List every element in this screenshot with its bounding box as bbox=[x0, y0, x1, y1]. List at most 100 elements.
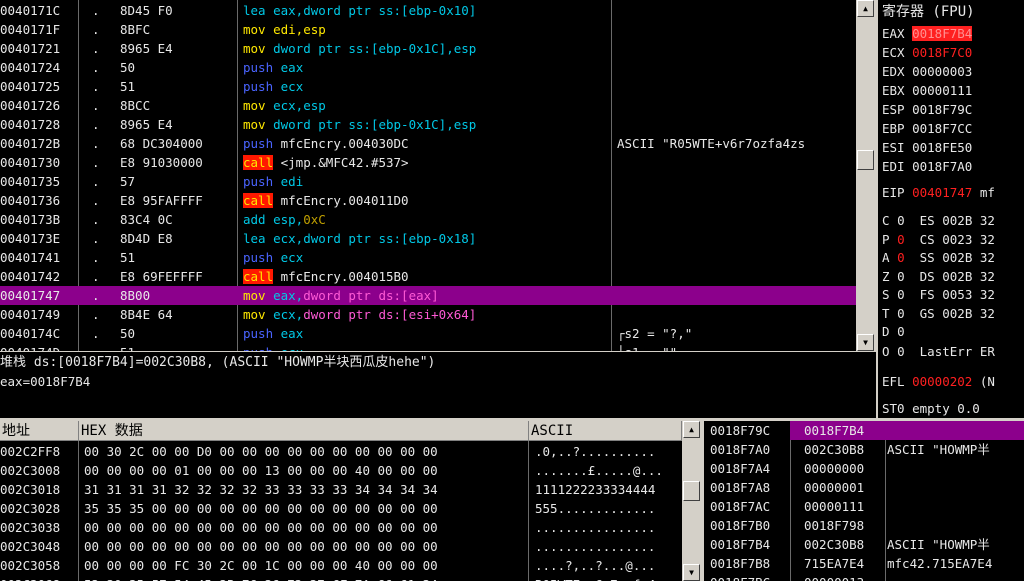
efl-row[interactable]: EFL 00000202 (N bbox=[882, 372, 995, 391]
dump-row[interactable]: 002C3058 00 00 00 00 FC 30 2C 00 1C 00 00… bbox=[0, 556, 682, 575]
flag-name: S bbox=[882, 287, 890, 302]
dump-row[interactable]: 002C3048 00 00 00 00 00 00 00 00 00 00 00… bbox=[0, 537, 682, 556]
dump-row[interactable]: 002C3038 00 00 00 00 00 00 00 00 00 00 00… bbox=[0, 518, 682, 537]
disasm-row[interactable]: 00401747. 8B00 mov eax,dword ptr ds:[eax] bbox=[0, 286, 856, 305]
register-value[interactable]: 00000111 bbox=[912, 83, 972, 98]
stack-row[interactable]: 0018F7B4 002C30B8 ASCII "HOWMP半 bbox=[704, 535, 1024, 554]
register-value[interactable]: 00000003 bbox=[912, 64, 972, 79]
stack-value[interactable]: 00000001 bbox=[804, 478, 864, 497]
flag-bit[interactable]: 0 bbox=[897, 324, 905, 339]
register-row[interactable]: ESI 0018FE50 bbox=[882, 138, 972, 157]
disasm-row[interactable]: 00401728. 8965 E4 mov dword ptr ss:[ebp-0x… bbox=[0, 115, 856, 134]
disasm-row[interactable]: 00401721. 8965 E4 mov dword ptr ss:[ebp-0x… bbox=[0, 39, 856, 58]
disasm-row[interactable]: 00401735. 57 push edi bbox=[0, 172, 856, 191]
flag-bit[interactable]: 0 bbox=[897, 344, 905, 359]
flag-row[interactable]: D 0 bbox=[882, 322, 935, 341]
flag-row[interactable]: C 0 ES 002B 32 bbox=[882, 211, 995, 230]
register-row[interactable]: EAX 0018F7B4 bbox=[882, 24, 973, 43]
stack-row[interactable]: 0018F7B0 0018F798 bbox=[704, 516, 1024, 535]
disasm-row[interactable]: 00401741. 51 push ecx bbox=[0, 248, 856, 267]
register-row[interactable]: EDI 0018F7A0 bbox=[882, 157, 972, 176]
dump-pane[interactable]: 002C2FF8 00 30 2C 00 00 D0 00 00 00 00 00… bbox=[0, 441, 682, 581]
dump-row[interactable]: 002C3008 00 00 00 00 01 00 00 00 13 00 00… bbox=[0, 461, 682, 480]
dump-row[interactable]: 002C3018 31 31 31 31 32 32 32 32 33 33 33… bbox=[0, 480, 682, 499]
dump-address-header[interactable]: 地址 bbox=[0, 421, 79, 441]
flag-bit[interactable]: 0 bbox=[897, 306, 905, 321]
register-row[interactable]: EBP 0018F7CC bbox=[882, 119, 972, 138]
register-row[interactable]: ESP 0018F79C bbox=[882, 100, 972, 119]
scroll-thumb[interactable] bbox=[857, 150, 874, 170]
register-value[interactable]: 00401747 bbox=[912, 185, 972, 200]
flag-row[interactable]: A 0 SS 002B 32 bbox=[882, 248, 995, 267]
stack-value[interactable]: 0018F7B4 bbox=[804, 421, 864, 440]
flag-row[interactable]: S 0 FS 0053 32 bbox=[882, 285, 995, 304]
disasm-row[interactable]: 00401725. 51 push ecx bbox=[0, 77, 856, 96]
disasm-row[interactable]: 00401742. E8 69FEFFFF call mfcEncry.004015… bbox=[0, 267, 856, 286]
stack-row[interactable]: 0018F79C 0018F7B4 bbox=[704, 421, 1024, 440]
stack-value[interactable]: 002C30B8 bbox=[804, 535, 864, 554]
disasm-row[interactable]: 00401730. E8 91030000 call <jmp.&MFC42.#53… bbox=[0, 153, 856, 172]
register-value[interactable]: 0018F7B4 bbox=[912, 26, 973, 41]
stack-value[interactable]: 715EA7E4 bbox=[804, 554, 864, 573]
flag-row[interactable]: P 0 CS 0023 32 bbox=[882, 230, 995, 249]
flag-row[interactable]: O 0 LastErr ER bbox=[882, 342, 995, 361]
stack-value[interactable]: 00000013 bbox=[804, 573, 864, 581]
register-row[interactable]: ECX 0018F7C0 bbox=[882, 43, 972, 62]
register-value[interactable]: 00000202 bbox=[912, 374, 972, 389]
flag-bit[interactable]: 0 bbox=[897, 269, 905, 284]
disasm-row[interactable]: 0040173B. 83C4 0C add esp,0xC bbox=[0, 210, 856, 229]
stack-value[interactable]: 002C30B8 bbox=[804, 440, 864, 459]
register-value[interactable]: 0018F7C0 bbox=[912, 45, 972, 60]
disasm-row[interactable]: 0040171C. 8D45 F0 lea eax,dword ptr ss:[eb… bbox=[0, 1, 856, 20]
dump-row[interactable]: 002C3028 35 35 35 00 00 00 00 00 00 00 00… bbox=[0, 499, 682, 518]
stack-pane[interactable]: 0018F79C 0018F7B4 0018F7A0 002C30B8 ASCII "H… bbox=[704, 421, 1024, 581]
stack-row[interactable]: 0018F7A8 00000001 bbox=[704, 478, 1024, 497]
scroll-up-icon[interactable]: ▲ bbox=[857, 0, 874, 17]
register-row[interactable]: EDX 00000003 bbox=[882, 62, 972, 81]
flag-bit[interactable]: 0 bbox=[897, 213, 905, 228]
flag-bit[interactable]: 0 bbox=[897, 250, 905, 265]
stack-value[interactable]: 00000111 bbox=[804, 497, 864, 516]
registers-pane[interactable]: 寄存器 (FPU) EAX 0018F7B4 ECX 0018F7C0 EDX 00… bbox=[878, 0, 1024, 418]
disasm-row[interactable]: 00401749. 8B4E 64 mov ecx,dword ptr ds:[es… bbox=[0, 305, 856, 324]
dump-hex-header[interactable]: HEX 数据 bbox=[79, 421, 529, 441]
disasm-row[interactable]: 00401726. 8BCC mov ecx,esp bbox=[0, 96, 856, 115]
flag-bit[interactable]: 0 bbox=[897, 287, 905, 302]
disasm-row[interactable]: 0040174D. 51 push ecx │s1 = "" bbox=[0, 343, 856, 351]
disasm-row[interactable]: 0040171F. 8BFC mov edi,esp bbox=[0, 20, 856, 39]
stack-row[interactable]: 0018F7A4 00000000 bbox=[704, 459, 1024, 478]
stack-value[interactable]: 0018F798 bbox=[804, 516, 864, 535]
register-value[interactable]: 0018F7A0 bbox=[912, 159, 972, 174]
register-value[interactable]: 0018FE50 bbox=[912, 140, 972, 155]
disasm-row[interactable]: 0040172B. 68 DC304000 push mfcEncry.004030… bbox=[0, 134, 856, 153]
stack-row[interactable]: 0018F7AC 00000111 bbox=[704, 497, 1024, 516]
dump-row[interactable]: 002C2FF8 00 30 2C 00 00 D0 00 00 00 00 00… bbox=[0, 442, 682, 461]
flag-row[interactable]: Z 0 DS 002B 32 bbox=[882, 267, 995, 286]
flag-row[interactable]: T 0 GS 002B 32 bbox=[882, 304, 995, 323]
scroll-down-icon[interactable]: ▼ bbox=[857, 334, 874, 351]
stack-row[interactable]: 0018F7A0 002C30B8 ASCII "HOWMP半 bbox=[704, 440, 1024, 459]
disasm-row[interactable]: 0040174C. 50 push eax ┌s2 = "?," bbox=[0, 324, 856, 343]
stack-row[interactable]: 0018F7BC 00000013 bbox=[704, 573, 1024, 581]
scroll-down-icon[interactable]: ▼ bbox=[683, 564, 700, 581]
stack-row[interactable]: 0018F7B8 715EA7E4 mfc42.715EA7E4 bbox=[704, 554, 1024, 573]
disasm-row[interactable]: 00401736. E8 95FAFFFF call mfcEncry.004011… bbox=[0, 191, 856, 210]
disassembly-scrollbar[interactable]: ▲ ▼ bbox=[856, 0, 875, 351]
instruction-address: 0040174C bbox=[0, 326, 61, 341]
register-row[interactable]: EBX 00000111 bbox=[882, 81, 972, 100]
dump-ascii-header[interactable]: ASCII bbox=[529, 421, 682, 441]
flag-name: O bbox=[882, 344, 890, 359]
dump-scrollbar[interactable]: ▲ ▼ bbox=[682, 421, 701, 581]
disasm-row[interactable]: 0040173E. 8D4D E8 lea ecx,dword ptr ss:[eb… bbox=[0, 229, 856, 248]
disasm-row[interactable]: 00401724. 50 push eax bbox=[0, 58, 856, 77]
dump-row[interactable]: 002C3068 52 30 35 57 54 45 2B 76 36 72 37… bbox=[0, 575, 682, 581]
row-marker: . bbox=[92, 174, 100, 189]
stack-value[interactable]: 00000000 bbox=[804, 459, 864, 478]
scroll-thumb[interactable] bbox=[683, 481, 700, 501]
disassembly-pane[interactable]: 0040171C. 8D45 F0 lea eax,dword ptr ss:[eb… bbox=[0, 0, 856, 351]
flag-bit[interactable]: 0 bbox=[897, 232, 905, 247]
register-row[interactable]: EIP 00401747 mf bbox=[882, 183, 995, 202]
register-value[interactable]: 0018F7CC bbox=[912, 121, 972, 136]
scroll-up-icon[interactable]: ▲ bbox=[683, 421, 700, 438]
register-value[interactable]: 0018F79C bbox=[912, 102, 972, 117]
